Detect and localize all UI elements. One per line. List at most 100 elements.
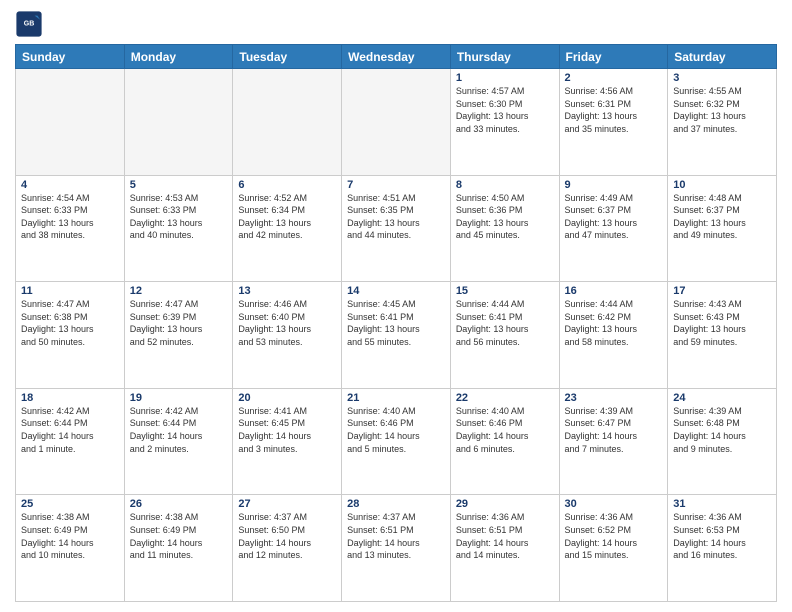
day-detail: Sunrise: 4:36 AM Sunset: 6:51 PM Dayligh… <box>456 511 554 561</box>
day-number: 17 <box>673 285 771 297</box>
day-detail: Sunrise: 4:48 AM Sunset: 6:37 PM Dayligh… <box>673 192 771 242</box>
calendar-day-cell: 19Sunrise: 4:42 AM Sunset: 6:44 PM Dayli… <box>124 388 233 495</box>
calendar-day-cell: 1Sunrise: 4:57 AM Sunset: 6:30 PM Daylig… <box>450 69 559 176</box>
weekday-header: Wednesday <box>342 45 451 69</box>
day-detail: Sunrise: 4:37 AM Sunset: 6:50 PM Dayligh… <box>238 511 336 561</box>
weekday-header: Monday <box>124 45 233 69</box>
day-number: 23 <box>565 392 663 404</box>
calendar-day-cell: 4Sunrise: 4:54 AM Sunset: 6:33 PM Daylig… <box>16 175 125 282</box>
day-detail: Sunrise: 4:39 AM Sunset: 6:47 PM Dayligh… <box>565 405 663 455</box>
day-number: 6 <box>238 179 336 191</box>
calendar-day-cell: 27Sunrise: 4:37 AM Sunset: 6:50 PM Dayli… <box>233 495 342 602</box>
calendar-day-cell <box>233 69 342 176</box>
calendar-day-cell: 29Sunrise: 4:36 AM Sunset: 6:51 PM Dayli… <box>450 495 559 602</box>
calendar-day-cell: 10Sunrise: 4:48 AM Sunset: 6:37 PM Dayli… <box>668 175 777 282</box>
day-detail: Sunrise: 4:40 AM Sunset: 6:46 PM Dayligh… <box>456 405 554 455</box>
day-number: 9 <box>565 179 663 191</box>
day-number: 26 <box>130 498 228 510</box>
calendar-week-row: 4Sunrise: 4:54 AM Sunset: 6:33 PM Daylig… <box>16 175 777 282</box>
day-number: 8 <box>456 179 554 191</box>
day-detail: Sunrise: 4:36 AM Sunset: 6:52 PM Dayligh… <box>565 511 663 561</box>
day-detail: Sunrise: 4:47 AM Sunset: 6:38 PM Dayligh… <box>21 298 119 348</box>
day-number: 19 <box>130 392 228 404</box>
svg-text:GB: GB <box>24 20 35 27</box>
day-detail: Sunrise: 4:51 AM Sunset: 6:35 PM Dayligh… <box>347 192 445 242</box>
calendar-day-cell: 6Sunrise: 4:52 AM Sunset: 6:34 PM Daylig… <box>233 175 342 282</box>
weekday-header: Friday <box>559 45 668 69</box>
calendar-day-cell <box>342 69 451 176</box>
calendar-day-cell: 15Sunrise: 4:44 AM Sunset: 6:41 PM Dayli… <box>450 282 559 389</box>
calendar-day-cell: 24Sunrise: 4:39 AM Sunset: 6:48 PM Dayli… <box>668 388 777 495</box>
day-detail: Sunrise: 4:47 AM Sunset: 6:39 PM Dayligh… <box>130 298 228 348</box>
day-detail: Sunrise: 4:57 AM Sunset: 6:30 PM Dayligh… <box>456 85 554 135</box>
calendar-day-cell: 8Sunrise: 4:50 AM Sunset: 6:36 PM Daylig… <box>450 175 559 282</box>
day-detail: Sunrise: 4:55 AM Sunset: 6:32 PM Dayligh… <box>673 85 771 135</box>
calendar-day-cell: 25Sunrise: 4:38 AM Sunset: 6:49 PM Dayli… <box>16 495 125 602</box>
calendar-day-cell: 5Sunrise: 4:53 AM Sunset: 6:33 PM Daylig… <box>124 175 233 282</box>
day-number: 2 <box>565 72 663 84</box>
day-number: 24 <box>673 392 771 404</box>
day-detail: Sunrise: 4:41 AM Sunset: 6:45 PM Dayligh… <box>238 405 336 455</box>
calendar-week-row: 11Sunrise: 4:47 AM Sunset: 6:38 PM Dayli… <box>16 282 777 389</box>
day-detail: Sunrise: 4:45 AM Sunset: 6:41 PM Dayligh… <box>347 298 445 348</box>
calendar-day-cell: 20Sunrise: 4:41 AM Sunset: 6:45 PM Dayli… <box>233 388 342 495</box>
day-number: 16 <box>565 285 663 297</box>
calendar-week-row: 25Sunrise: 4:38 AM Sunset: 6:49 PM Dayli… <box>16 495 777 602</box>
day-detail: Sunrise: 4:42 AM Sunset: 6:44 PM Dayligh… <box>130 405 228 455</box>
calendar-day-cell: 3Sunrise: 4:55 AM Sunset: 6:32 PM Daylig… <box>668 69 777 176</box>
day-number: 4 <box>21 179 119 191</box>
day-number: 27 <box>238 498 336 510</box>
calendar-day-cell: 12Sunrise: 4:47 AM Sunset: 6:39 PM Dayli… <box>124 282 233 389</box>
header: GB <box>15 10 777 38</box>
calendar-day-cell: 22Sunrise: 4:40 AM Sunset: 6:46 PM Dayli… <box>450 388 559 495</box>
day-detail: Sunrise: 4:52 AM Sunset: 6:34 PM Dayligh… <box>238 192 336 242</box>
day-detail: Sunrise: 4:36 AM Sunset: 6:53 PM Dayligh… <box>673 511 771 561</box>
calendar-day-cell: 11Sunrise: 4:47 AM Sunset: 6:38 PM Dayli… <box>16 282 125 389</box>
calendar-day-cell: 17Sunrise: 4:43 AM Sunset: 6:43 PM Dayli… <box>668 282 777 389</box>
day-number: 3 <box>673 72 771 84</box>
day-number: 29 <box>456 498 554 510</box>
day-number: 12 <box>130 285 228 297</box>
calendar-day-cell: 26Sunrise: 4:38 AM Sunset: 6:49 PM Dayli… <box>124 495 233 602</box>
logo: GB <box>15 10 47 38</box>
calendar-day-cell: 13Sunrise: 4:46 AM Sunset: 6:40 PM Dayli… <box>233 282 342 389</box>
day-number: 10 <box>673 179 771 191</box>
calendar-day-cell: 16Sunrise: 4:44 AM Sunset: 6:42 PM Dayli… <box>559 282 668 389</box>
day-number: 28 <box>347 498 445 510</box>
day-number: 18 <box>21 392 119 404</box>
day-number: 20 <box>238 392 336 404</box>
day-detail: Sunrise: 4:50 AM Sunset: 6:36 PM Dayligh… <box>456 192 554 242</box>
calendar-week-row: 18Sunrise: 4:42 AM Sunset: 6:44 PM Dayli… <box>16 388 777 495</box>
day-number: 30 <box>565 498 663 510</box>
day-detail: Sunrise: 4:56 AM Sunset: 6:31 PM Dayligh… <box>565 85 663 135</box>
day-detail: Sunrise: 4:40 AM Sunset: 6:46 PM Dayligh… <box>347 405 445 455</box>
weekday-header: Thursday <box>450 45 559 69</box>
calendar-day-cell: 28Sunrise: 4:37 AM Sunset: 6:51 PM Dayli… <box>342 495 451 602</box>
day-number: 7 <box>347 179 445 191</box>
day-detail: Sunrise: 4:37 AM Sunset: 6:51 PM Dayligh… <box>347 511 445 561</box>
calendar-day-cell: 7Sunrise: 4:51 AM Sunset: 6:35 PM Daylig… <box>342 175 451 282</box>
day-detail: Sunrise: 4:39 AM Sunset: 6:48 PM Dayligh… <box>673 405 771 455</box>
day-detail: Sunrise: 4:44 AM Sunset: 6:42 PM Dayligh… <box>565 298 663 348</box>
day-detail: Sunrise: 4:53 AM Sunset: 6:33 PM Dayligh… <box>130 192 228 242</box>
weekday-header: Sunday <box>16 45 125 69</box>
day-number: 13 <box>238 285 336 297</box>
day-number: 5 <box>130 179 228 191</box>
calendar-header-row: SundayMondayTuesdayWednesdayThursdayFrid… <box>16 45 777 69</box>
day-detail: Sunrise: 4:43 AM Sunset: 6:43 PM Dayligh… <box>673 298 771 348</box>
day-detail: Sunrise: 4:38 AM Sunset: 6:49 PM Dayligh… <box>130 511 228 561</box>
day-detail: Sunrise: 4:38 AM Sunset: 6:49 PM Dayligh… <box>21 511 119 561</box>
day-number: 11 <box>21 285 119 297</box>
calendar-table: SundayMondayTuesdayWednesdayThursdayFrid… <box>15 44 777 602</box>
day-detail: Sunrise: 4:44 AM Sunset: 6:41 PM Dayligh… <box>456 298 554 348</box>
day-number: 22 <box>456 392 554 404</box>
calendar-day-cell <box>124 69 233 176</box>
calendar-week-row: 1Sunrise: 4:57 AM Sunset: 6:30 PM Daylig… <box>16 69 777 176</box>
weekday-header: Saturday <box>668 45 777 69</box>
calendar-day-cell: 18Sunrise: 4:42 AM Sunset: 6:44 PM Dayli… <box>16 388 125 495</box>
day-number: 14 <box>347 285 445 297</box>
day-detail: Sunrise: 4:42 AM Sunset: 6:44 PM Dayligh… <box>21 405 119 455</box>
day-number: 1 <box>456 72 554 84</box>
day-number: 15 <box>456 285 554 297</box>
page: GB SundayMondayTuesdayWednesdayThursdayF… <box>0 0 792 612</box>
